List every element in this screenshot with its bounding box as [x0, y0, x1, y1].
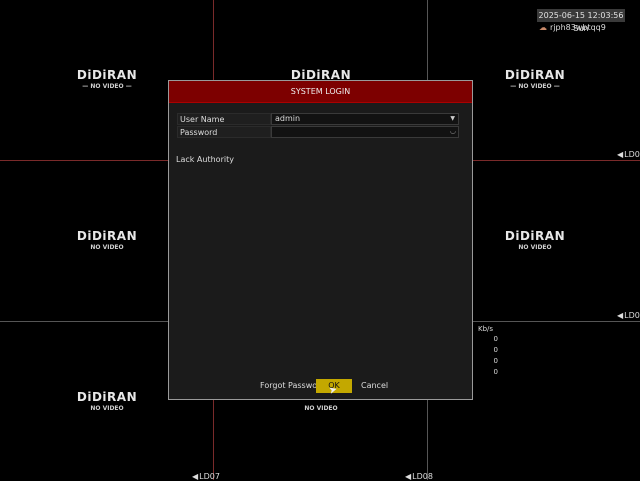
bitrate-value: 0	[493, 346, 498, 354]
cloud-status: ☁ rjph83wbtqq9	[539, 23, 606, 32]
password-input[interactable]: ◡	[271, 126, 459, 138]
brand-logo: DiDiRAN	[504, 68, 566, 82]
dialog-buttons: Forgot Password OK Cancel	[169, 379, 472, 393]
camera-cell-7: DiDiRAN NO VIDEO	[47, 390, 167, 412]
cloud-icon: ☁	[539, 23, 547, 32]
camera-cell-3: DiDiRAN — NO VIDEO —	[475, 68, 595, 90]
bitrate-header: Kb/s	[478, 325, 494, 333]
bitrate-value: 0	[493, 357, 498, 365]
camera-cell-1: DiDiRAN — NO VIDEO —	[47, 68, 167, 90]
bitrate-value: 0	[493, 335, 498, 343]
dialog-title: SYSTEM LOGIN	[169, 81, 472, 103]
cancel-button[interactable]: Cancel	[361, 379, 388, 393]
password-row: Password ◡	[177, 126, 459, 138]
keyboard-icon[interactable]: ◡	[450, 126, 456, 136]
no-video-label: NO VIDEO	[304, 405, 338, 412]
camera-cell-6: DiDiRAN NO VIDEO	[475, 229, 595, 251]
username-row: User Name admin ▼	[177, 113, 459, 125]
camera-cell-4: DiDiRAN NO VIDEO	[47, 229, 167, 251]
authority-message: Lack Authority	[176, 155, 234, 164]
brand-logo: DiDiRAN	[76, 229, 138, 243]
no-video-label: NO VIDEO	[518, 244, 552, 251]
speaker-icon: ◀	[617, 311, 624, 320]
channel-label-d06: ◀LD06	[617, 311, 640, 320]
brand-logo: DiDiRAN	[76, 390, 138, 404]
no-video-label: NO VIDEO	[90, 244, 124, 251]
bitrate-panel: Kb/s 0 0 0 0	[478, 325, 498, 378]
cloud-id: rjph83wbtqq9	[550, 23, 606, 32]
channel-label-d03: ◀LD03	[617, 150, 640, 159]
username-select[interactable]: admin ▼	[271, 113, 459, 125]
no-video-label: — NO VIDEO —	[510, 83, 560, 90]
username-label: User Name	[177, 113, 271, 125]
dropdown-arrow-icon[interactable]: ▼	[450, 114, 455, 124]
datetime-display: 2025-06-15 12:03:56 Sun	[537, 9, 625, 33]
bitrate-value: 0	[493, 368, 498, 376]
speaker-icon: ◀	[617, 150, 624, 159]
no-video-label: NO VIDEO	[90, 405, 124, 412]
password-label: Password	[177, 126, 271, 138]
username-value: admin	[275, 114, 301, 123]
system-login-dialog: SYSTEM LOGIN User Name admin ▼ Password …	[168, 80, 473, 400]
login-form: User Name admin ▼ Password ◡	[177, 113, 459, 139]
brand-logo: DiDiRAN	[504, 229, 566, 243]
brand-logo: DiDiRAN	[76, 68, 138, 82]
no-video-label: — NO VIDEO —	[82, 83, 132, 90]
